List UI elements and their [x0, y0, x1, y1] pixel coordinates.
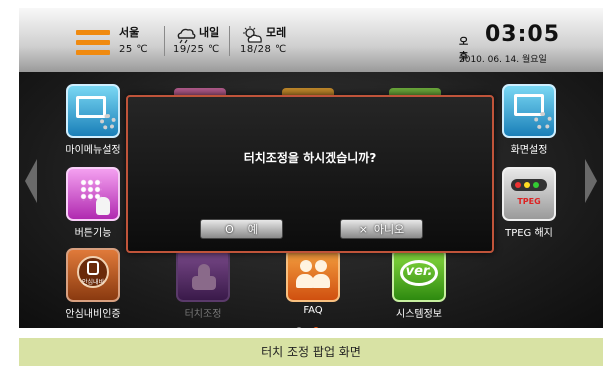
app-tile-system-info[interactable]: ver. 시스템정보	[389, 248, 449, 320]
tpeg-icon: TPEG	[502, 167, 556, 221]
weather-city: 모레	[266, 26, 287, 39]
weather-city: 내일	[199, 26, 220, 39]
close-icon: ×	[358, 222, 368, 236]
page-indicator	[296, 318, 326, 328]
weather-today: 서울 25 ℃	[119, 24, 148, 55]
app-tile-touch-calibration[interactable]: 터치조정	[173, 248, 233, 320]
divider	[164, 26, 165, 56]
app-label: 버튼기능	[74, 228, 112, 239]
app-label: TPEG 해지	[505, 228, 553, 239]
app-label: 화면설정	[510, 145, 548, 156]
status-bar: 서울 25 ℃ 내일 19/25 ℃ 모레 18/28 ℃ 오후 03:05 2…	[19, 8, 603, 72]
weather-tomorrow: 내일 19/25 ℃	[173, 24, 220, 55]
app-tile-button-function[interactable]: 버튼기능	[63, 167, 123, 239]
monitor-gear-icon	[66, 84, 120, 138]
app-tile-tpeg-cancel[interactable]: TPEG TPEG 해지	[499, 167, 559, 239]
sun-cloud-icon	[243, 26, 262, 43]
touch-hand-icon	[176, 248, 230, 302]
page-dot-active[interactable]	[313, 327, 320, 328]
lock-badge-text: 안심내비	[81, 279, 105, 286]
app-label: 시스템정보	[396, 309, 442, 320]
version-badge: ver.	[405, 264, 433, 279]
divider	[229, 26, 230, 56]
app-label: 안심내비인증	[65, 309, 121, 320]
yes-button[interactable]: O 예	[200, 219, 283, 239]
touch-calibration-dialog: 터치조정을 하시겠습니까? O 예 × 아니오	[126, 95, 494, 253]
cloud-rain-icon	[177, 28, 196, 44]
yes-label: 예	[247, 223, 258, 236]
app-label: 마이메뉴설정	[65, 145, 121, 156]
people-icon	[286, 248, 340, 302]
app-tile-my-menu[interactable]: 마이메뉴설정	[63, 84, 123, 156]
app-label: 터치조정	[184, 309, 222, 320]
menu-icon[interactable]	[76, 30, 110, 56]
figure-caption: 터치 조정 팝업 화면	[19, 338, 603, 366]
weather-temp: 18/28 ℃	[240, 44, 287, 55]
app-label: FAQ	[303, 305, 323, 316]
clock-time: 03:05	[485, 22, 561, 47]
no-button[interactable]: × 아니오	[340, 219, 423, 239]
keypad-icon	[66, 167, 120, 221]
lock-badge-icon: 안심내비	[66, 248, 120, 302]
weather-temp: 19/25 ℃	[173, 44, 220, 55]
clock-date: 2010. 06. 14. 월요일	[459, 55, 547, 65]
app-tile-safe-nav-auth[interactable]: 안심내비 안심내비인증	[63, 248, 123, 320]
navigation-screen: 서울 25 ℃ 내일 19/25 ℃ 모레 18/28 ℃ 오후 03:05 2…	[19, 8, 603, 328]
app-tile-display-settings[interactable]: 화면설정	[499, 84, 559, 156]
weather-day-after: 모레 18/28 ℃	[240, 24, 287, 55]
app-tile-faq[interactable]: FAQ	[283, 248, 343, 316]
circle-icon: O	[225, 222, 234, 236]
page-dot[interactable]	[296, 327, 302, 328]
display-settings-icon	[502, 84, 556, 138]
version-icon: ver.	[392, 248, 446, 302]
weather-city: 서울	[119, 26, 140, 39]
no-label: 아니오	[373, 223, 405, 236]
tpeg-badge: TPEG	[517, 197, 541, 206]
dialog-message: 터치조정을 하시겠습니까?	[243, 151, 377, 165]
next-page-arrow-icon[interactable]	[585, 159, 597, 203]
previous-page-arrow-icon[interactable]	[25, 159, 37, 203]
weather-temp: 25 ℃	[119, 44, 149, 55]
